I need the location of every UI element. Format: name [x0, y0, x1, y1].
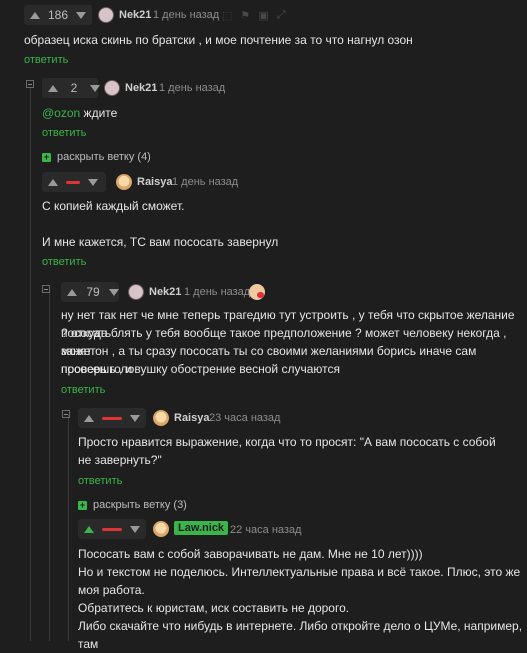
reply-button[interactable]: ответить — [24, 54, 68, 66]
score: 2 — [70, 81, 78, 95]
avatar[interactable] — [116, 174, 132, 190]
author-name[interactable]: Nek21 — [149, 286, 181, 298]
rating-widget — [42, 172, 106, 192]
save-icon[interactable]: ▣ — [258, 9, 268, 22]
author-name[interactable]: Nek21 — [125, 82, 157, 94]
rating-widget: 79 — [61, 282, 119, 302]
author-name[interactable]: Raisya — [137, 176, 172, 188]
expand-thread-button[interactable]: + раскрыть ветку (4) — [42, 151, 151, 163]
comment-text-line: С копией каждый сможет. — [42, 199, 185, 213]
timestamp[interactable]: 1 день назад — [172, 176, 238, 188]
comment-text-line: Пососать вам с собой заворачивать не дам… — [78, 547, 423, 561]
comment-text-line: не завернуть?" — [78, 453, 162, 467]
collapse-toggle[interactable] — [26, 80, 34, 88]
upvote-icon[interactable] — [30, 11, 40, 19]
collapse-toggle[interactable] — [62, 410, 70, 418]
rating-widget — [78, 408, 146, 428]
plus-icon: + — [42, 151, 51, 162]
comment-text: @ozon ждите — [42, 104, 117, 122]
avatar[interactable] — [104, 80, 120, 96]
bookmark-icon[interactable]: ⬚ — [222, 9, 232, 22]
comment-tools: ⬚ ⚑ ▣ ⤢ — [222, 9, 286, 22]
avatar[interactable] — [153, 521, 169, 537]
heart-icon — [257, 292, 264, 298]
avatar[interactable] — [128, 284, 144, 300]
author-name-badge[interactable]: Law.nick — [174, 521, 229, 535]
reply-button[interactable]: ответить — [78, 475, 122, 487]
negative-score-bar — [102, 527, 122, 531]
flag-icon[interactable]: ⚑ — [240, 9, 250, 22]
collapse-toggle[interactable] — [42, 285, 50, 293]
author-name[interactable]: Raisya — [174, 412, 209, 424]
avatar[interactable] — [153, 410, 169, 426]
reply-button[interactable]: ответить — [42, 256, 86, 268]
downvote-icon[interactable] — [109, 288, 119, 296]
reply-button[interactable]: ответить — [42, 127, 86, 139]
timestamp[interactable]: 23 часа назад — [209, 412, 280, 424]
downvote-icon[interactable] — [88, 178, 98, 186]
downvote-icon[interactable] — [130, 414, 140, 422]
timestamp[interactable]: 1 день назад — [159, 82, 225, 94]
comment-text-body: ждите — [80, 106, 118, 120]
rating-widget — [78, 519, 146, 539]
downvote-icon[interactable] — [76, 11, 86, 19]
thread-line-level1 — [30, 88, 31, 641]
comment-text-line: И мне кажется, ТС вам пососать завернул — [42, 235, 279, 249]
comment-text-line: моя работа. — [78, 583, 145, 597]
author-name[interactable]: Nek21 — [119, 9, 151, 21]
upvote-icon[interactable] — [48, 178, 58, 186]
downvote-icon[interactable] — [90, 84, 100, 92]
upvote-icon[interactable] — [48, 84, 58, 92]
upvote-icon[interactable] — [67, 288, 77, 296]
link-icon[interactable]: ⤢ — [277, 9, 286, 22]
downvote-icon[interactable] — [130, 525, 140, 533]
comment-text-line: Но и текстом не поделюсь. Интеллектуальн… — [78, 565, 521, 579]
expand-thread-button[interactable]: + раскрыть ветку (3) — [78, 499, 187, 511]
expand-thread-label: раскрыть ветку (3) — [93, 499, 187, 511]
rating-widget: 2 — [42, 78, 100, 98]
comment-text-line: Обратитесь к юристам, иск составить не д… — [78, 601, 350, 615]
comment-text-line: проверь головушку обострение весной случ… — [61, 362, 340, 376]
negative-score-bar — [102, 416, 122, 420]
avatar[interactable] — [98, 7, 114, 23]
upvote-icon[interactable] — [84, 525, 94, 533]
thread-line-level2 — [49, 292, 50, 641]
plus-icon: + — [78, 499, 87, 510]
rating-widget: 186 — [24, 5, 92, 25]
upvote-icon[interactable] — [84, 414, 94, 422]
mention-link[interactable]: @ozon — [42, 106, 80, 120]
comment-text-line: Просто нравится выражение, когда что то … — [78, 435, 496, 449]
timestamp[interactable]: 1 день назад — [184, 286, 250, 298]
score: 79 — [86, 285, 100, 299]
timestamp[interactable]: 22 часа назад — [230, 524, 301, 536]
reply-button[interactable]: ответить — [61, 384, 105, 396]
comment-text: образец иска скинь по братски , и мое по… — [24, 33, 413, 47]
comment-text-line: Либо скачайте что нибудь в интернете. Ли… — [78, 619, 523, 651]
timestamp[interactable]: 1 день назад — [153, 9, 219, 21]
negative-score-bar — [66, 180, 80, 184]
score: 186 — [48, 8, 69, 22]
thread-line-level3 — [68, 415, 69, 641]
expand-thread-label: раскрыть ветку (4) — [57, 151, 151, 163]
